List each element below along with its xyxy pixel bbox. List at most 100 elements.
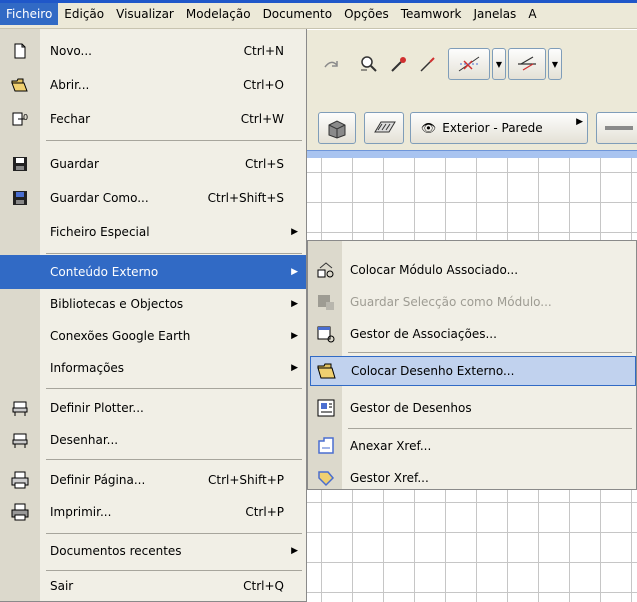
open-folder-icon xyxy=(11,78,28,92)
menu-item-shortcut: Ctrl+P xyxy=(245,505,284,519)
menu-ficheiro[interactable]: Ficheiro xyxy=(0,3,59,25)
menu-item-sair[interactable]: Sair Ctrl+Q xyxy=(0,569,306,602)
submenu-arrow-icon: ▶ xyxy=(291,331,298,341)
menu-item-label: Definir Página... xyxy=(50,473,146,487)
submenu-item-colocar-desenho[interactable]: Colocar Desenho Externo... xyxy=(310,356,636,386)
menu-item-definir-plotter[interactable]: Definir Plotter... xyxy=(0,391,306,425)
menu-modelacao[interactable]: Modelação xyxy=(180,3,257,25)
new-document-icon xyxy=(14,43,26,59)
drawing-manager-icon xyxy=(317,399,335,417)
menu-item-novo[interactable]: Novo... Ctrl+N xyxy=(0,34,306,68)
magnifier-icon xyxy=(361,56,377,72)
gravity-dropdown[interactable]: ▼ xyxy=(492,48,506,80)
line-type-button[interactable] xyxy=(596,112,637,144)
menu-edicao[interactable]: Edição xyxy=(58,3,110,25)
hotlink-manager-icon xyxy=(317,326,335,343)
submenu-item-label: Gestor de Desenhos xyxy=(350,401,472,415)
layers-button[interactable] xyxy=(364,112,404,144)
syringe-icon xyxy=(420,57,435,72)
angle-button[interactable] xyxy=(508,48,546,80)
xref-manager-icon xyxy=(318,471,335,487)
menu-item-label: Conteúdo Externo xyxy=(50,265,159,279)
page-setup-icon xyxy=(11,471,29,489)
eyedropper-icon xyxy=(391,57,406,72)
submenu-item-label: Guardar Selecção como Módulo... xyxy=(350,295,552,309)
menu-item-abrir[interactable]: Abrir... Ctrl+O xyxy=(0,68,306,102)
submenu-arrow-icon: ▶ xyxy=(291,299,298,309)
menu-item-documentos-recentes[interactable]: Documentos recentes ▶ xyxy=(0,534,306,568)
printer-icon xyxy=(11,503,29,521)
menu-item-label: Abrir... xyxy=(50,78,90,92)
menu-item-label: Fechar xyxy=(50,112,91,126)
attach-xref-icon xyxy=(318,437,334,454)
submenu-item-gestor-desenhos[interactable]: Gestor de Desenhos xyxy=(310,393,636,423)
dropdown-arrow-icon: ▼ xyxy=(551,59,559,69)
box-icon xyxy=(328,120,346,139)
menu-item-shortcut: Ctrl+N xyxy=(243,44,284,58)
menu-item-label: Imprimir... xyxy=(50,505,112,519)
submenu-item-guardar-modulo[interactable]: Guardar Selecção como Módulo... xyxy=(310,287,636,317)
inject-button[interactable] xyxy=(415,48,441,80)
zoom-button[interactable] xyxy=(356,48,382,80)
gravity-button[interactable] xyxy=(448,48,490,80)
menu-janelas[interactable]: Janelas xyxy=(467,3,522,25)
menu-separator xyxy=(46,459,302,460)
submenu-separator xyxy=(348,352,632,353)
drawing-window-header xyxy=(307,150,637,158)
place-module-icon xyxy=(317,262,334,278)
submenu-item-label: Gestor de Associações... xyxy=(350,327,497,341)
wall-type-selector[interactable]: 👁 Exterior - Parede ▶ xyxy=(410,112,588,144)
menu-item-imprimir[interactable]: Imprimir... Ctrl+P xyxy=(0,495,306,529)
submenu-item-gestor-associacoes[interactable]: Gestor de Associações... xyxy=(310,319,636,349)
wall-type-label: Exterior - Parede xyxy=(442,121,543,135)
submenu-separator xyxy=(348,428,632,429)
menu-item-desenhar[interactable]: Desenhar... xyxy=(0,423,306,457)
eyedropper-button[interactable] xyxy=(386,48,412,80)
menu-item-definir-pagina[interactable]: Definir Página... Ctrl+Shift+P xyxy=(0,463,306,497)
menu-item-ficheiro-especial[interactable]: Ficheiro Especial ▶ xyxy=(0,215,306,249)
menu-separator xyxy=(46,388,302,389)
save-module-icon xyxy=(318,295,334,310)
menu-item-guardar-como[interactable]: Guardar Como... Ctrl+Shift+S xyxy=(0,181,306,215)
angle-dropdown[interactable]: ▼ xyxy=(548,48,562,80)
menu-item-label: Desenhar... xyxy=(50,433,119,447)
angle-icon xyxy=(518,56,536,71)
submenu-item-colocar-modulo[interactable]: Colocar Módulo Associado... xyxy=(310,255,636,285)
menu-opcoes[interactable]: Opções xyxy=(338,3,395,25)
submenu-arrow-icon: ▶ xyxy=(291,363,298,373)
redo-button[interactable] xyxy=(318,48,344,80)
menu-documento[interactable]: Documento xyxy=(257,3,339,25)
menu-ajuda[interactable]: A xyxy=(522,3,542,25)
menu-item-guardar[interactable]: Guardar Ctrl+S xyxy=(0,147,306,181)
eye-icon: 👁 xyxy=(421,121,437,135)
save-as-icon xyxy=(13,191,27,205)
submenu-item-gestor-xref[interactable]: Gestor Xref... xyxy=(310,463,636,493)
menu-separator xyxy=(46,253,302,254)
menu-visualizar[interactable]: Visualizar xyxy=(110,3,180,25)
submenu-arrow-icon: ▶ xyxy=(291,546,298,556)
title-bar-edge xyxy=(0,0,637,3)
menu-item-label: Conexões Google Earth xyxy=(50,329,191,343)
menu-item-label: Ficheiro Especial xyxy=(50,225,150,239)
menu-teamwork[interactable]: Teamwork xyxy=(395,3,468,25)
menu-separator xyxy=(46,140,302,141)
menu-item-shortcut: Ctrl+Shift+P xyxy=(208,473,284,487)
redo-icon xyxy=(324,61,338,68)
menu-item-google-earth[interactable]: Conexões Google Earth ▶ xyxy=(0,319,306,353)
triangle-right-icon: ▶ xyxy=(576,117,583,127)
menu-item-label: Sair xyxy=(50,579,74,593)
menu-item-label: Novo... xyxy=(50,44,92,58)
svg-text:0: 0 xyxy=(23,113,28,122)
menu-item-label: Guardar Como... xyxy=(50,191,149,205)
menu-item-fechar[interactable]: 0 Fechar Ctrl+W xyxy=(0,102,306,136)
menu-item-informacoes[interactable]: Informações ▶ xyxy=(0,351,306,385)
menu-bar: Ficheiro Edição Visualizar Modelação Doc… xyxy=(0,0,637,29)
3d-view-button[interactable] xyxy=(318,112,356,144)
menu-item-bibliotecas[interactable]: Bibliotecas e Objectos ▶ xyxy=(0,287,306,321)
menu-item-shortcut: Ctrl+O xyxy=(243,78,284,92)
submenu-item-anexar-xref[interactable]: Anexar Xref... xyxy=(310,431,636,461)
external-content-submenu: Colocar Módulo Associado... Guardar Sele… xyxy=(307,240,637,490)
floppy-disk-icon xyxy=(13,157,27,171)
menu-item-conteudo-externo[interactable]: Conteúdo Externo ▶ xyxy=(0,255,306,289)
submenu-item-label: Anexar Xref... xyxy=(350,439,432,453)
